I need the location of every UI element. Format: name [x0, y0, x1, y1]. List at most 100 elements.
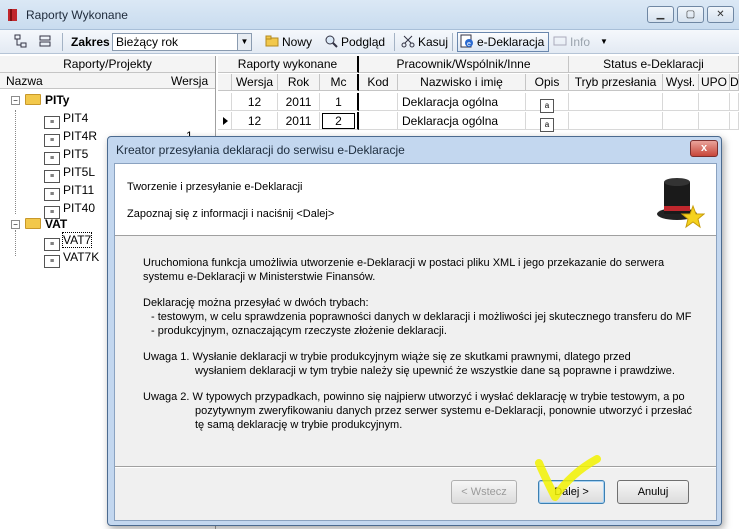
current-row-arrow-icon	[223, 117, 228, 125]
e-declaration-icon: e	[460, 34, 473, 48]
e-deklaracja-button[interactable]: e e-Deklaracja	[457, 32, 549, 52]
preview-button[interactable]: Podgląd	[324, 33, 385, 51]
toolbar: Zakres Bieżący rok ▼ Nowy Podgląd Kasuj …	[0, 30, 739, 54]
info-icon	[553, 36, 567, 46]
info-paragraph-2-line-1: Deklarację można przesyłać w dwóch tryba…	[143, 297, 369, 309]
warning-1-line-2: wysłaniem deklaracji w tym trybie należy…	[195, 365, 675, 377]
tree-panel-header: Raporty/Projekty	[0, 56, 215, 73]
info-paragraph-1-line-2: systemu e-Deklaracji w Ministerstwie Fin…	[143, 271, 376, 283]
tree-item-label: VAT7	[61, 232, 93, 248]
toolbar-overflow-icon[interactable]: ▼	[600, 33, 608, 51]
app-icon	[8, 9, 17, 21]
cell-opis[interactable]: a	[526, 112, 569, 132]
new-button[interactable]: Nowy	[265, 33, 312, 51]
cell-wersja[interactable]: 12	[232, 112, 278, 130]
column-header-mc[interactable]: Mc	[320, 74, 359, 91]
cell-rok[interactable]: 2011	[278, 93, 320, 111]
tree-group-label: PITy	[45, 93, 70, 107]
cell-mc[interactable]: 1	[320, 93, 359, 111]
cell-kod[interactable]	[359, 112, 398, 130]
zakres-select[interactable]: Bieżący rok ▼	[112, 33, 252, 51]
tree-item-label: PIT40	[63, 201, 96, 215]
column-version[interactable]: Wersja	[171, 74, 208, 88]
column-header-nazwisko[interactable]: Nazwisko i imię	[398, 74, 526, 91]
folder-icon	[265, 35, 279, 47]
column-header-kod[interactable]: Kod	[359, 74, 398, 91]
maximize-button[interactable]: ▢	[677, 6, 704, 23]
dialog-close-button[interactable]: x	[690, 140, 718, 157]
cell-kod[interactable]	[359, 93, 398, 111]
column-header-upo[interactable]: UPO	[699, 74, 730, 91]
cell-mc-active[interactable]: 2	[320, 112, 359, 130]
warning-2-line-1: Uwaga 2. W typowych przypadkach, powinno…	[143, 391, 685, 403]
cell-upo[interactable]	[699, 112, 730, 130]
info-label: Info	[570, 35, 591, 49]
info-paragraph-1-line-1: Uruchomiona funkcja umożliwia utworzenie…	[143, 257, 665, 269]
tree-group-pity[interactable]: − PITy	[0, 92, 216, 109]
wizard-dialog: Kreator przesyłania deklaracji do serwis…	[107, 136, 722, 526]
tree-item-pit4[interactable]: ≡ PIT4	[0, 110, 216, 129]
cell-rok[interactable]: 2011	[278, 112, 320, 130]
cell-tryb[interactable]	[569, 112, 663, 130]
row-indicator[interactable]	[218, 93, 232, 111]
collapse-toggle-icon[interactable]: −	[11, 96, 20, 105]
tree-group-label: VAT	[45, 217, 68, 231]
cancel-button[interactable]: Anuluj	[617, 480, 689, 504]
cell-d[interactable]	[730, 112, 739, 130]
group-header-employee: Pracownik/Wspólnik/Inne	[359, 56, 569, 73]
warning-2-line-3: tę samą deklarację w trybie produkcyjnym…	[195, 419, 403, 431]
cell-mc-value: 2	[322, 113, 355, 129]
row-indicator-header	[218, 74, 232, 91]
chevron-down-icon[interactable]: ▼	[237, 34, 251, 50]
description-icon[interactable]: a	[540, 99, 554, 113]
next-button[interactable]: Dalej >	[538, 480, 605, 504]
description-icon[interactable]: a	[540, 118, 554, 132]
cell-tryb[interactable]	[569, 93, 663, 111]
cell-nazwisko[interactable]: Deklaracja ogólna	[398, 112, 526, 130]
dialog-content: Tworzenie i przesyłanie e-Deklaracji Zap…	[114, 163, 717, 521]
column-header-opis[interactable]: Opis	[526, 74, 569, 91]
new-label: Nowy	[282, 35, 313, 49]
cell-d[interactable]	[730, 93, 739, 111]
tree-item-label: PIT5L	[63, 165, 96, 179]
preview-label: Podgląd	[341, 35, 386, 49]
window-close-button[interactable]: ✕	[707, 6, 734, 23]
column-name[interactable]: Nazwa	[6, 74, 43, 88]
tree-view-icon[interactable]	[14, 33, 31, 51]
column-header-wysl[interactable]: Wysł.	[663, 74, 699, 91]
delete-label: Kasuj	[418, 35, 449, 49]
collapse-toggle-icon[interactable]: −	[11, 220, 20, 229]
minimize-button[interactable]: ▁	[647, 6, 674, 23]
row-indicator[interactable]	[218, 112, 232, 130]
cell-opis[interactable]: a	[526, 93, 569, 113]
magic-hat-icon	[657, 178, 705, 229]
zakres-label: Zakres	[71, 35, 110, 49]
tree-item-label: VAT7K	[63, 250, 100, 264]
warning-2-line-2: pozytywnym zweryfikowaniu danych przez s…	[195, 405, 693, 417]
toolbar-separator	[452, 33, 453, 51]
cell-wysl[interactable]	[663, 93, 699, 111]
info-button[interactable]: Info	[553, 33, 590, 51]
warning-1-line-1: Uwaga 1. Wysłanie deklaracji w trybie pr…	[143, 351, 631, 363]
back-button[interactable]: < Wstecz	[451, 480, 517, 504]
column-header-d[interactable]: D	[730, 74, 739, 91]
tree-item-label: PIT11	[63, 183, 95, 197]
folder-icon	[25, 218, 41, 229]
dialog-title: Kreator przesyłania deklaracji do serwis…	[116, 143, 405, 157]
group-header-status: Status e-Deklaracji	[569, 56, 739, 73]
folder-icon	[25, 94, 41, 105]
cell-upo[interactable]	[699, 93, 730, 111]
tree-item-label: PIT4	[63, 111, 89, 125]
cell-nazwisko[interactable]: Deklaracja ogólna	[398, 93, 526, 111]
collapse-icon[interactable]	[38, 33, 55, 51]
info-paragraph-2-line-2: - testowym, w celu sprawdzenia poprawnoś…	[151, 311, 692, 323]
cell-wysl[interactable]	[663, 112, 699, 130]
column-header-rok[interactable]: Rok	[278, 74, 320, 91]
e-deklaracja-label: e-Deklaracja	[477, 35, 545, 49]
magnifier-icon	[325, 35, 338, 48]
cell-wersja[interactable]: 12	[232, 93, 278, 111]
column-header-wersja[interactable]: Wersja	[232, 74, 278, 91]
delete-button[interactable]: Kasuj	[401, 33, 448, 51]
column-header-tryb[interactable]: Tryb przesłania	[569, 74, 663, 91]
tree-item-label: PIT5	[63, 147, 89, 161]
